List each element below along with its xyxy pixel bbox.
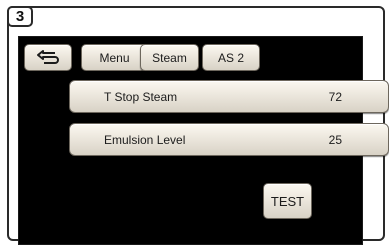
back-button[interactable]: [24, 44, 72, 71]
step-number-badge: 3: [7, 6, 33, 27]
back-arrow-icon: [35, 49, 61, 66]
param-value: 25: [328, 132, 342, 147]
test-button[interactable]: TEST: [263, 183, 312, 219]
tab-menu[interactable]: Menu: [81, 44, 148, 71]
touch-screen: Menu Steam AS 2 T Stop Steam 72 Emulsion…: [18, 36, 389, 245]
tab-steam[interactable]: Steam: [140, 44, 199, 71]
tab-as-2-label: AS 2: [217, 50, 244, 65]
param-t-stop-steam[interactable]: T Stop Steam 72: [69, 80, 389, 113]
param-value: 72: [328, 89, 342, 104]
tab-steam-label: Steam: [152, 50, 187, 65]
param-label: Emulsion Level: [104, 132, 186, 147]
test-button-label: TEST: [270, 193, 305, 209]
param-label: T Stop Steam: [104, 89, 178, 104]
tab-as-2[interactable]: AS 2: [202, 44, 260, 71]
tab-menu-label: Menu: [99, 50, 130, 65]
param-emulsion-level[interactable]: Emulsion Level 25: [69, 123, 389, 156]
